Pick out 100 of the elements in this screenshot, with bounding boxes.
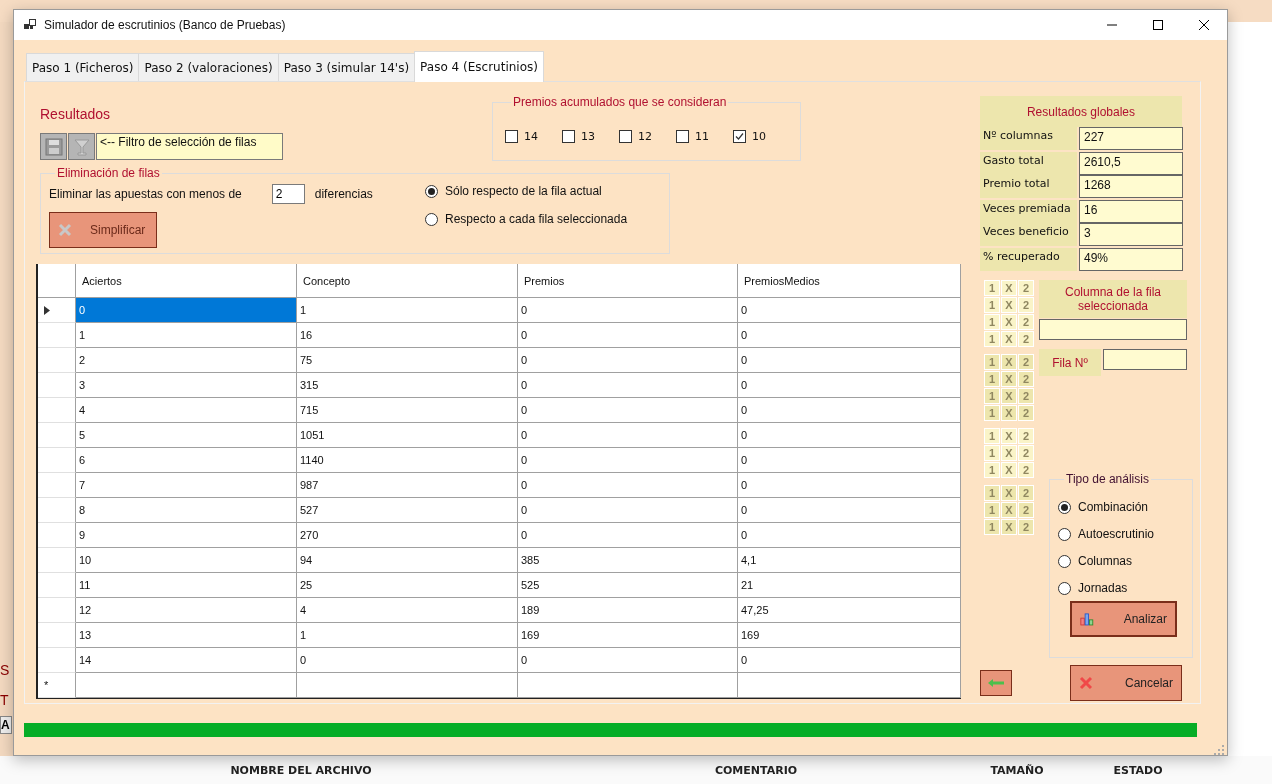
table-cell[interactable]: 0 <box>518 473 738 498</box>
table-cell[interactable]: 0 <box>738 398 961 423</box>
table-cell[interactable]: 2 <box>76 348 297 373</box>
radio-button[interactable] <box>425 212 438 226</box>
checkbox[interactable] <box>505 130 518 143</box>
table-cell[interactable]: 47,25 <box>738 598 961 623</box>
table-cell[interactable]: 4,1 <box>738 548 961 573</box>
table-cell[interactable]: 0 <box>518 323 738 348</box>
table-cell[interactable]: 75 <box>297 348 518 373</box>
table-cell[interactable]: 8 <box>76 498 297 523</box>
table-cell[interactable]: 0 <box>518 448 738 473</box>
prediction-cell: 2 <box>1018 371 1034 387</box>
table-cell[interactable] <box>297 673 518 698</box>
group-title: Premios acumulados que se consideran <box>512 95 728 109</box>
table-cell[interactable]: 0 <box>738 423 961 448</box>
table-cell[interactable]: 9 <box>76 523 297 548</box>
table-cell[interactable]: 0 <box>738 523 961 548</box>
table-cell[interactable]: 0 <box>738 648 961 673</box>
checkbox[interactable] <box>676 130 689 143</box>
column-header[interactable]: Concepto <box>297 264 518 298</box>
checkbox[interactable] <box>733 130 746 143</box>
tab[interactable]: Paso 3 (simular 14's) <box>277 53 416 81</box>
table-cell[interactable]: 0 <box>297 648 518 673</box>
table-cell[interactable]: 189 <box>518 598 738 623</box>
table-cell[interactable]: 715 <box>297 398 518 423</box>
table-cell[interactable]: 385 <box>518 548 738 573</box>
table-cell[interactable]: 0 <box>518 523 738 548</box>
table-cell[interactable]: 0 <box>738 448 961 473</box>
table-cell[interactable]: 16 <box>297 323 518 348</box>
differences-field[interactable]: 2 <box>271 184 305 204</box>
table-cell[interactable]: 0 <box>518 398 738 423</box>
table-cell[interactable]: 10 <box>76 548 297 573</box>
table-cell[interactable]: 169 <box>738 623 961 648</box>
table-cell[interactable]: 0 <box>738 473 961 498</box>
radio-button[interactable] <box>425 184 438 198</box>
analyze-button[interactable]: Analizar <box>1070 601 1177 637</box>
tab[interactable]: Paso 4 (Escrutinios) <box>414 51 544 82</box>
table-cell[interactable]: 0 <box>738 323 961 348</box>
column-header: NOMBRE DEL ARCHIVO <box>230 763 372 777</box>
simplify-button[interactable]: Simplificar <box>49 212 157 248</box>
table-cell[interactable]: 0 <box>76 298 297 323</box>
radio-button[interactable] <box>1058 527 1071 541</box>
table-cell[interactable]: 7 <box>76 473 297 498</box>
table-cell[interactable]: 21 <box>738 573 961 598</box>
table-cell[interactable]: 0 <box>738 298 961 323</box>
table-cell[interactable]: 13 <box>76 623 297 648</box>
table-cell[interactable]: 6 <box>76 448 297 473</box>
table-cell[interactable] <box>518 673 738 698</box>
table-cell[interactable]: 4 <box>297 598 518 623</box>
table-cell[interactable]: 169 <box>518 623 738 648</box>
table-cell[interactable]: 14 <box>76 648 297 673</box>
radio-button[interactable] <box>1058 500 1071 514</box>
table-cell[interactable]: 1051 <box>297 423 518 448</box>
column-header[interactable]: PremiosMedios <box>738 264 961 298</box>
save-button[interactable] <box>40 133 67 160</box>
table-cell[interactable]: 0 <box>738 348 961 373</box>
table-cell[interactable]: 0 <box>518 498 738 523</box>
table-cell[interactable]: 0 <box>738 498 961 523</box>
table-cell[interactable]: 0 <box>518 348 738 373</box>
cross-icon <box>1079 676 1093 690</box>
table-cell[interactable]: 525 <box>518 573 738 598</box>
table-cell[interactable]: 4 <box>76 398 297 423</box>
table-cell[interactable]: 0 <box>518 423 738 448</box>
resize-grip[interactable] <box>1214 745 1224 755</box>
filter-button[interactable] <box>68 133 95 160</box>
table-cell[interactable]: 3 <box>76 373 297 398</box>
table-cell[interactable]: 5 <box>76 423 297 448</box>
table-cell[interactable]: 315 <box>297 373 518 398</box>
table-cell[interactable] <box>738 673 961 698</box>
close-icon <box>1199 20 1209 30</box>
table-cell[interactable]: 1 <box>76 323 297 348</box>
table-cell[interactable]: 987 <box>297 473 518 498</box>
cancel-button[interactable]: Cancelar <box>1070 665 1182 701</box>
table-cell[interactable]: 12 <box>76 598 297 623</box>
checkbox[interactable] <box>619 130 632 143</box>
glass-icon <box>73 137 90 156</box>
tab[interactable]: Paso 1 (Ficheros) <box>26 53 140 81</box>
checkbox[interactable] <box>562 130 575 143</box>
table-cell[interactable]: 0 <box>518 648 738 673</box>
back-button[interactable] <box>980 670 1012 696</box>
table-cell[interactable]: 1140 <box>297 448 518 473</box>
table-cell[interactable]: 1 <box>297 298 518 323</box>
table-cell[interactable]: 1 <box>297 623 518 648</box>
prediction-cell: 1 <box>984 519 1000 535</box>
table-cell[interactable]: 527 <box>297 498 518 523</box>
table-cell[interactable]: 0 <box>518 298 738 323</box>
radio-button[interactable] <box>1058 554 1071 568</box>
table-cell[interactable]: 94 <box>297 548 518 573</box>
row-header[interactable]: * <box>38 673 76 698</box>
table-cell[interactable]: 25 <box>297 573 518 598</box>
column-header[interactable]: Premios <box>518 264 738 298</box>
table-cell[interactable]: 0 <box>518 373 738 398</box>
table-cell[interactable]: 11 <box>76 573 297 598</box>
panel-title: Columna de la fila seleccionada <box>1039 280 1187 318</box>
table-cell[interactable]: 270 <box>297 523 518 548</box>
background-button[interactable]: A <box>0 716 12 734</box>
table-cell[interactable] <box>76 673 297 698</box>
table-cell[interactable]: 0 <box>738 373 961 398</box>
radio-button[interactable] <box>1058 581 1071 595</box>
tab[interactable]: Paso 2 (valoraciones) <box>138 53 279 81</box>
